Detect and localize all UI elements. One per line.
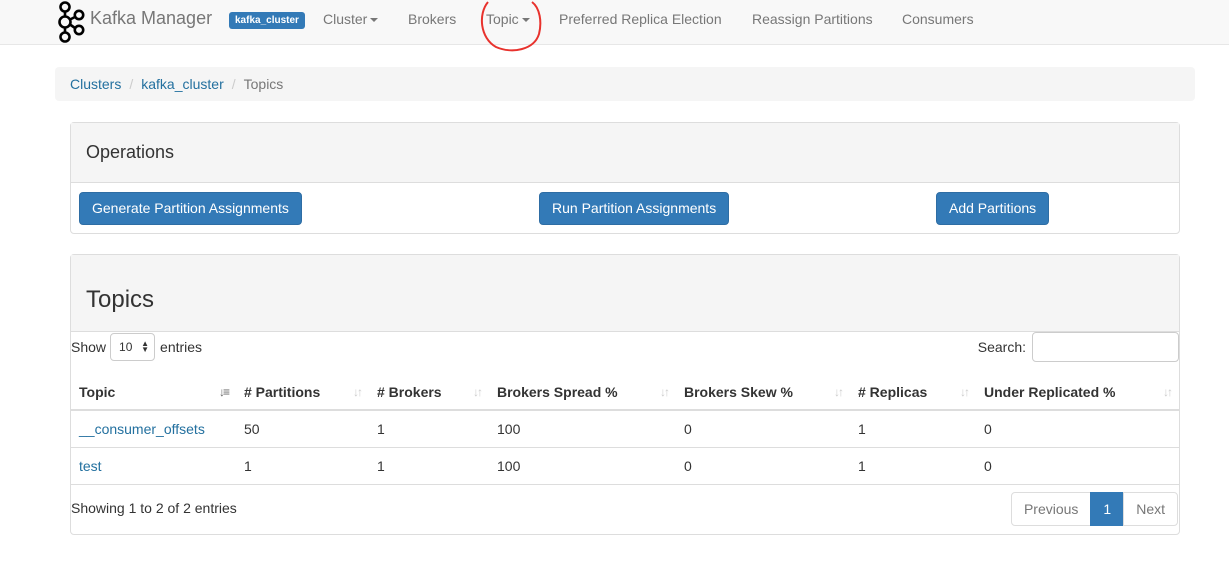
- run-partition-assignments-button[interactable]: Run Partition Assignments: [539, 192, 730, 225]
- under-replicated-cell: 0: [984, 420, 992, 437]
- breadcrumb-separator: /: [129, 76, 134, 92]
- operations-title: Operations: [86, 142, 175, 162]
- pagination: Previous 1 Next: [1010, 492, 1178, 526]
- column-header-brokers-skew[interactable]: Brokers Skew % ↓↑: [676, 374, 850, 411]
- page-length-select[interactable]: 10 ▲ ▼: [110, 333, 156, 361]
- brokers-cell: 1: [377, 420, 385, 437]
- sort-icon: ↓↑: [353, 385, 363, 399]
- brokers-skew-cell: 0: [684, 420, 692, 437]
- table-row: test 1 1 100 0 1 0: [71, 446, 1179, 485]
- column-header-topic[interactable]: Topic ↓≡: [71, 374, 236, 411]
- page-length-value: 10: [119, 340, 133, 354]
- sort-icon: ↓↑: [960, 385, 970, 399]
- sort-alpha-desc-icon: ↓≡: [218, 385, 230, 399]
- brokers-spread-cell: 100: [489, 446, 676, 485]
- previous-page-button[interactable]: Previous: [1010, 492, 1092, 526]
- partitions-cell: 1: [236, 446, 369, 485]
- nav-cluster-label: Cluster: [323, 11, 368, 27]
- column-header-label: # Brokers: [377, 383, 442, 400]
- under-replicated-cell: 0: [976, 446, 1179, 485]
- operations-heading: Operations: [71, 123, 1179, 183]
- sort-icon: ↓↑: [473, 385, 483, 399]
- topics-table: Topic ↓≡ # Partitions ↓↑ # Brokers ↓↑ Broke…: [71, 374, 1179, 485]
- brokers-cell: 1: [369, 446, 489, 485]
- add-partitions-button[interactable]: Add Partitions: [936, 192, 1050, 225]
- topic-cell: __consumer_offsets: [71, 410, 236, 447]
- column-header-label: Under Replicated %: [984, 383, 1116, 400]
- generate-partition-assignments-button[interactable]: Generate Partition Assignments: [79, 192, 302, 225]
- replicas-cell: 1: [850, 446, 976, 485]
- breadcrumb-cluster[interactable]: kafka_cluster: [141, 76, 223, 92]
- next-page-button[interactable]: Next: [1123, 492, 1178, 526]
- nav-topic[interactable]: Topic: [486, 11, 530, 27]
- column-header-under-replicated[interactable]: Under Replicated % ↓↑: [976, 374, 1179, 411]
- table-info: Showing 1 to 2 of 2 entries: [71, 500, 237, 516]
- navbar: Kafka Manager kafka_cluster Cluster Brok…: [0, 0, 1229, 45]
- partitions-cell: 50: [244, 420, 260, 437]
- breadcrumb-clusters[interactable]: Clusters: [70, 76, 121, 92]
- select-arrows-icon: ▲ ▼: [141, 339, 150, 354]
- column-header-partitions[interactable]: # Partitions ↓↑: [236, 374, 369, 411]
- column-header-replicas[interactable]: # Replicas ↓↑: [850, 374, 976, 411]
- topics-heading: Topics: [71, 255, 1179, 332]
- breadcrumb-current: Topics: [243, 76, 284, 92]
- column-header-label: Topic: [79, 383, 116, 400]
- nav-preferred-replica-election[interactable]: Preferred Replica Election: [559, 11, 722, 27]
- sort-icon: ↓↑: [660, 385, 670, 399]
- table-row: __consumer_offsets 50 1 100 0 1 0: [71, 410, 1179, 447]
- topic-link[interactable]: test: [79, 458, 102, 474]
- column-header-label: # Partitions: [244, 383, 321, 400]
- replicas-cell: 1: [858, 420, 866, 437]
- cluster-badge: kafka_cluster: [229, 12, 305, 29]
- table-header-row: Topic ↓≡ # Partitions ↓↑ # Brokers ↓↑ Broke…: [71, 374, 1179, 411]
- topics-title: Topics: [86, 286, 155, 313]
- column-header-brokers[interactable]: # Brokers ↓↑: [369, 374, 489, 411]
- column-header-label: Brokers Skew %: [684, 383, 793, 400]
- kafka-logo-icon: [58, 1, 85, 43]
- nav-consumers[interactable]: Consumers: [902, 11, 974, 27]
- nav-topic-label: Topic: [486, 11, 519, 27]
- sort-icon: ↓↑: [1163, 385, 1173, 399]
- column-header-brokers-spread[interactable]: Brokers Spread % ↓↑: [489, 374, 676, 411]
- brokers-skew-cell: 0: [676, 446, 850, 485]
- column-header-label: # Replicas: [858, 383, 928, 400]
- brand-title: Kafka Manager: [90, 8, 213, 28]
- caret-down-icon: [370, 18, 379, 23]
- entries-label: entries: [160, 339, 203, 355]
- nav-cluster[interactable]: Cluster: [323, 11, 379, 27]
- column-header-label: Brokers Spread %: [497, 383, 618, 400]
- page-length-control: Show 10 ▲ ▼ entries: [71, 333, 202, 361]
- search-label: Search:: [977, 339, 1026, 355]
- topics-panel: Topics Show 10 ▲ ▼ entries Search: Topic ↓…: [70, 254, 1180, 535]
- show-label: Show: [71, 339, 107, 355]
- breadcrumb-separator: /: [231, 76, 236, 92]
- topic-link[interactable]: __consumer_offsets: [79, 421, 205, 437]
- nav-reassign-partitions[interactable]: Reassign Partitions: [752, 11, 873, 27]
- brand[interactable]: Kafka Manager: [56, 0, 212, 44]
- operations-panel: Operations Generate Partition Assignment…: [70, 122, 1180, 234]
- caret-down-icon: [521, 18, 530, 23]
- topic-cell: test: [71, 446, 236, 485]
- brokers-spread-cell: 100: [497, 420, 521, 437]
- nav-brokers[interactable]: Brokers: [408, 11, 456, 27]
- breadcrumb: Clusters / kafka_cluster / Topics: [55, 67, 1195, 101]
- page-1-button[interactable]: 1: [1090, 492, 1125, 526]
- search-control: Search:: [978, 332, 1179, 362]
- sort-icon: ↓↑: [834, 385, 844, 399]
- search-input[interactable]: [1032, 332, 1179, 362]
